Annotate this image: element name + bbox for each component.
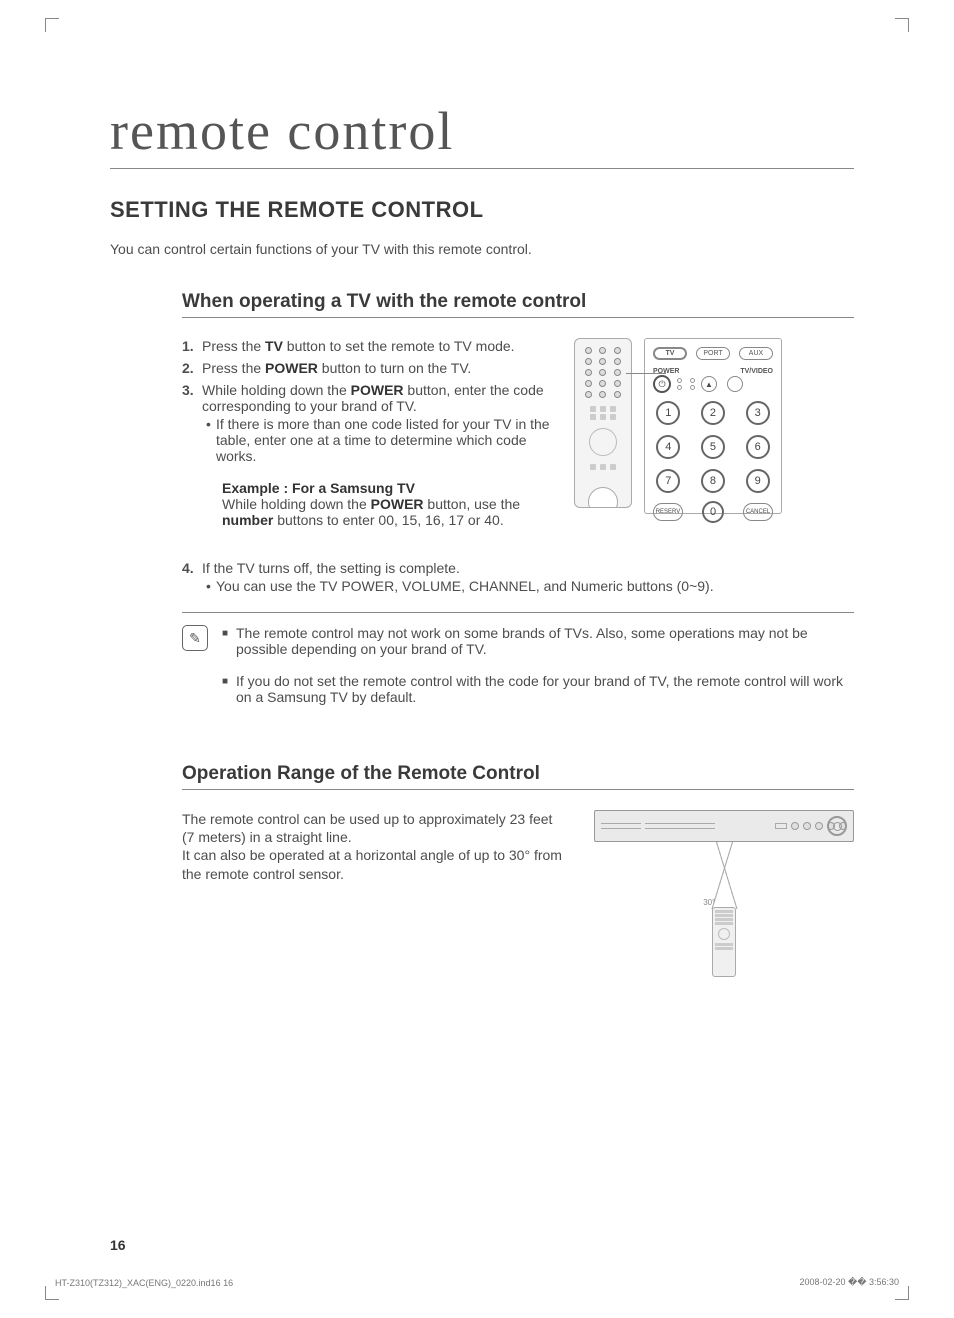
tvvideo-label: TV/VIDEO	[740, 368, 773, 375]
receiver-diagram	[594, 810, 854, 842]
intro-paragraph: You can control certain functions of you…	[110, 241, 854, 257]
chapter-title: remote control	[110, 100, 854, 169]
eject-icon: ▲	[701, 376, 717, 392]
step-text: If the TV turns off, the setting is comp…	[202, 560, 460, 576]
step-num: 4.	[182, 560, 202, 594]
num-3: 3	[746, 401, 770, 425]
example-text: buttons to enter 00, 15, 16, 17 or 40.	[273, 512, 503, 528]
num-0: 0	[702, 501, 724, 523]
subsection-operation-range: Operation Range of the Remote Control	[182, 763, 854, 790]
mode-port-pill: PORT	[696, 347, 730, 360]
range-text: The remote control can be used up to app…	[182, 810, 564, 952]
remote-small-diagram	[574, 338, 632, 508]
num-2: 2	[701, 401, 725, 425]
keypad-zoom: TV PORT AUX POWER TV/VIDEO ⏻ ▲ 1	[644, 338, 782, 514]
example-block: Example : For a Samsung TV While holding…	[222, 480, 562, 528]
step-2: 2. Press the POWER button to turn on the…	[182, 360, 562, 376]
callout-line	[626, 373, 666, 374]
step-text: Press the	[202, 338, 265, 354]
note-item: ■ If you do not set the remote control w…	[222, 673, 854, 705]
bullet-text: You can use the TV POWER, VOLUME, CHANNE…	[216, 578, 714, 594]
range-illustration: 30°	[594, 810, 854, 952]
step-4: 4. If the TV turns off, the setting is c…	[182, 560, 854, 594]
example-text: button, use the	[424, 496, 521, 512]
mode-aux-pill: AUX	[739, 347, 773, 360]
num-9: 9	[746, 469, 770, 493]
step-num: 1.	[182, 338, 202, 354]
num-8: 8	[701, 469, 725, 493]
remote-in-beam	[712, 907, 736, 977]
step-1: 1. Press the TV button to set the remote…	[182, 338, 562, 354]
cancel-button: CANCEL	[743, 503, 773, 521]
num-1: 1	[656, 401, 680, 425]
step-bold: POWER	[265, 360, 318, 376]
bullet-text: If there is more than one code listed fo…	[216, 416, 562, 464]
example-bold: number	[222, 512, 273, 528]
step-3-bullet: • If there is more than one code listed …	[202, 416, 562, 464]
example-text: While holding down the	[222, 496, 371, 512]
step-text: button to set the remote to TV mode.	[283, 338, 515, 354]
num-7: 7	[656, 469, 680, 493]
num-5: 5	[701, 435, 725, 459]
reserv-button: RESERV	[653, 503, 683, 521]
example-label: Example : For a Samsung TV	[222, 480, 415, 496]
footer-filename: HT-Z310(TZ312)_XAC(ENG)_0220.ind16 16	[55, 1278, 233, 1288]
note-text: If you do not set the remote control wit…	[236, 673, 854, 705]
subsection-operating-tv: When operating a TV with the remote cont…	[182, 291, 854, 318]
step-num: 3.	[182, 382, 202, 528]
note-text: The remote control may not work on some …	[236, 625, 854, 657]
separator-line	[182, 612, 854, 613]
note-icon: ✎	[182, 625, 208, 651]
note-item: ■ The remote control may not work on som…	[222, 625, 854, 657]
num-6: 6	[746, 435, 770, 459]
mode-tv-pill: TV	[653, 347, 687, 360]
num-4: 4	[656, 435, 680, 459]
step-bold: TV	[265, 338, 283, 354]
step-text: While holding down the	[202, 382, 351, 398]
section-title: SETTING THE REMOTE CONTROL	[110, 197, 854, 223]
page-number: 16	[110, 1237, 126, 1253]
angle-label: 30°	[703, 898, 715, 907]
notes-block: ✎ ■ The remote control may not work on s…	[182, 625, 854, 721]
footer-timestamp: 2008-02-20 �� 3:56:30	[799, 1277, 899, 1288]
step-bold: POWER	[351, 382, 404, 398]
step-text: Press the	[202, 360, 265, 376]
disc-icon	[827, 816, 847, 836]
power-icon: ⏻	[653, 375, 671, 393]
example-bold: POWER	[371, 496, 424, 512]
remote-illustration: TV PORT AUX POWER TV/VIDEO ⏻ ▲ 1	[574, 338, 782, 534]
step-num: 2.	[182, 360, 202, 376]
step-text: button to turn on the TV.	[318, 360, 471, 376]
step-4-bullet: • You can use the TV POWER, VOLUME, CHAN…	[202, 578, 854, 594]
tvvideo-icon	[727, 376, 743, 392]
steps-block: 1. Press the TV button to set the remote…	[182, 338, 562, 534]
step-3: 3. While holding down the POWER button, …	[182, 382, 562, 528]
